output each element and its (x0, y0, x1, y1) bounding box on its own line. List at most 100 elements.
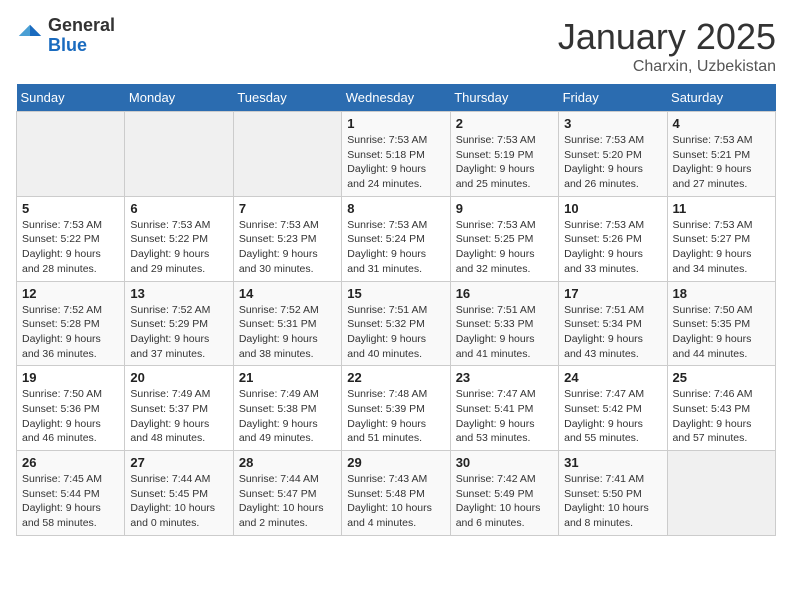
day-cell: 6Sunrise: 7:53 AM Sunset: 5:22 PM Daylig… (125, 196, 233, 281)
day-info: Sunrise: 7:53 AM Sunset: 5:18 PM Dayligh… (347, 133, 444, 192)
day-number: 20 (130, 370, 227, 385)
day-info: Sunrise: 7:52 AM Sunset: 5:28 PM Dayligh… (22, 303, 119, 362)
day-info: Sunrise: 7:49 AM Sunset: 5:38 PM Dayligh… (239, 387, 336, 446)
week-row-2: 5 Sunrise: 7:53 AM Sunset: 5:22 PM Daylig… (17, 196, 776, 281)
day-info: Sunrise: 7:47 AM Sunset: 5:42 PM Dayligh… (564, 387, 661, 446)
day-cell: 13 Sunrise: 7:52 AM Sunset: 5:29 PM Dayli… (125, 281, 233, 366)
day-cell: 30 Sunrise: 7:42 AM Sunset: 5:49 PM Dayli… (450, 451, 558, 536)
day-cell: 20 Sunrise: 7:49 AM Sunset: 5:37 PM Dayli… (125, 366, 233, 451)
day-info: Sunrise: 7:53 AM Sunset: 5:24 PM Dayligh… (347, 218, 444, 277)
week-row-4: 19Sunrise: 7:50 AM Sunset: 5:36 PM Dayli… (17, 366, 776, 451)
day-cell: 24 Sunrise: 7:47 AM Sunset: 5:42 PM Dayli… (559, 366, 667, 451)
day-info: Sunrise: 7:52 AM Sunset: 5:31 PM Dayligh… (239, 303, 336, 362)
day-cell: 18 Sunrise: 7:50 AM Sunset: 5:35 PM Dayli… (667, 281, 775, 366)
day-number: 2 (456, 116, 553, 131)
logo: General Blue (16, 16, 115, 56)
weekday-header-monday: Monday (125, 84, 233, 112)
day-info: Sunrise: 7:49 AM Sunset: 5:37 PM Dayligh… (130, 387, 227, 446)
day-cell: 8 Sunrise: 7:53 AM Sunset: 5:24 PM Daylig… (342, 196, 450, 281)
week-row-1: 1 Sunrise: 7:53 AM Sunset: 5:18 PM Daylig… (17, 112, 776, 197)
day-number: 29 (347, 455, 444, 470)
weekday-header-friday: Friday (559, 84, 667, 112)
day-number: 16 (456, 286, 553, 301)
day-info: Sunrise: 7:44 AM Sunset: 5:47 PM Dayligh… (239, 472, 336, 531)
day-number: 26 (22, 455, 119, 470)
day-number: 5 (22, 201, 119, 216)
day-number: 24 (564, 370, 661, 385)
day-cell: 16 Sunrise: 7:51 AM Sunset: 5:33 PM Dayli… (450, 281, 558, 366)
day-number: 21 (239, 370, 336, 385)
page-header: General Blue January 2025 Charxin, Uzbek… (16, 16, 776, 76)
day-info: Sunrise: 7:41 AM Sunset: 5:50 PM Dayligh… (564, 472, 661, 531)
day-info: Sunrise: 7:44 AM Sunset: 5:45 PM Dayligh… (130, 472, 227, 531)
day-info: Sunrise: 7:53 AM Sunset: 5:23 PM Dayligh… (239, 218, 336, 277)
day-number: 14 (239, 286, 336, 301)
day-cell: 29 Sunrise: 7:43 AM Sunset: 5:48 PM Dayli… (342, 451, 450, 536)
day-info: Sunrise: 7:47 AM Sunset: 5:41 PM Dayligh… (456, 387, 553, 446)
day-cell (125, 112, 233, 197)
day-cell: 31Sunrise: 7:41 AM Sunset: 5:50 PM Dayli… (559, 451, 667, 536)
day-info: Sunrise: 7:45 AM Sunset: 5:44 PM Dayligh… (22, 472, 119, 531)
day-cell: 1 Sunrise: 7:53 AM Sunset: 5:18 PM Daylig… (342, 112, 450, 197)
day-info: Sunrise: 7:51 AM Sunset: 5:33 PM Dayligh… (456, 303, 553, 362)
day-info: Sunrise: 7:50 AM Sunset: 5:36 PM Dayligh… (22, 387, 119, 446)
day-number: 25 (673, 370, 770, 385)
day-info: Sunrise: 7:53 AM Sunset: 5:26 PM Dayligh… (564, 218, 661, 277)
day-number: 18 (673, 286, 770, 301)
day-number: 12 (22, 286, 119, 301)
calendar-table: SundayMondayTuesdayWednesdayThursdayFrid… (16, 84, 776, 536)
day-number: 28 (239, 455, 336, 470)
day-info: Sunrise: 7:51 AM Sunset: 5:32 PM Dayligh… (347, 303, 444, 362)
weekday-header-wednesday: Wednesday (342, 84, 450, 112)
day-number: 15 (347, 286, 444, 301)
day-cell: 14 Sunrise: 7:52 AM Sunset: 5:31 PM Dayli… (233, 281, 341, 366)
weekday-header-saturday: Saturday (667, 84, 775, 112)
day-cell: 9Sunrise: 7:53 AM Sunset: 5:25 PM Daylig… (450, 196, 558, 281)
day-cell: 10 Sunrise: 7:53 AM Sunset: 5:26 PM Dayli… (559, 196, 667, 281)
day-info: Sunrise: 7:43 AM Sunset: 5:48 PM Dayligh… (347, 472, 444, 531)
day-number: 8 (347, 201, 444, 216)
week-row-5: 26 Sunrise: 7:45 AM Sunset: 5:44 PM Dayli… (17, 451, 776, 536)
day-info: Sunrise: 7:42 AM Sunset: 5:49 PM Dayligh… (456, 472, 553, 531)
day-number: 22 (347, 370, 444, 385)
day-info: Sunrise: 7:50 AM Sunset: 5:35 PM Dayligh… (673, 303, 770, 362)
day-number: 11 (673, 201, 770, 216)
day-cell: 25 Sunrise: 7:46 AM Sunset: 5:43 PM Dayli… (667, 366, 775, 451)
weekday-header-tuesday: Tuesday (233, 84, 341, 112)
day-number: 4 (673, 116, 770, 131)
day-info: Sunrise: 7:53 AM Sunset: 5:20 PM Dayligh… (564, 133, 661, 192)
day-cell: 2Sunrise: 7:53 AM Sunset: 5:19 PM Daylig… (450, 112, 558, 197)
day-number: 10 (564, 201, 661, 216)
day-info: Sunrise: 7:53 AM Sunset: 5:22 PM Dayligh… (130, 218, 227, 277)
day-cell: 19Sunrise: 7:50 AM Sunset: 5:36 PM Dayli… (17, 366, 125, 451)
day-info: Sunrise: 7:53 AM Sunset: 5:22 PM Dayligh… (22, 218, 119, 277)
day-cell: 28 Sunrise: 7:44 AM Sunset: 5:47 PM Dayli… (233, 451, 341, 536)
weekday-header-row: SundayMondayTuesdayWednesdayThursdayFrid… (17, 84, 776, 112)
day-number: 23 (456, 370, 553, 385)
day-number: 3 (564, 116, 661, 131)
day-cell: 17Sunrise: 7:51 AM Sunset: 5:34 PM Dayli… (559, 281, 667, 366)
weekday-header-sunday: Sunday (17, 84, 125, 112)
month-title: January 2025 (558, 16, 776, 58)
day-cell (17, 112, 125, 197)
day-cell: 5 Sunrise: 7:53 AM Sunset: 5:22 PM Daylig… (17, 196, 125, 281)
day-cell: 3 Sunrise: 7:53 AM Sunset: 5:20 PM Daylig… (559, 112, 667, 197)
day-cell: 12 Sunrise: 7:52 AM Sunset: 5:28 PM Dayli… (17, 281, 125, 366)
day-number: 1 (347, 116, 444, 131)
week-row-3: 12 Sunrise: 7:52 AM Sunset: 5:28 PM Dayli… (17, 281, 776, 366)
day-cell (233, 112, 341, 197)
day-cell: 4 Sunrise: 7:53 AM Sunset: 5:21 PM Daylig… (667, 112, 775, 197)
day-info: Sunrise: 7:53 AM Sunset: 5:27 PM Dayligh… (673, 218, 770, 277)
weekday-header-thursday: Thursday (450, 84, 558, 112)
day-cell: 7Sunrise: 7:53 AM Sunset: 5:23 PM Daylig… (233, 196, 341, 281)
day-info: Sunrise: 7:46 AM Sunset: 5:43 PM Dayligh… (673, 387, 770, 446)
day-cell: 15 Sunrise: 7:51 AM Sunset: 5:32 PM Dayli… (342, 281, 450, 366)
day-number: 13 (130, 286, 227, 301)
logo-icon (16, 22, 44, 50)
day-cell: 26 Sunrise: 7:45 AM Sunset: 5:44 PM Dayli… (17, 451, 125, 536)
day-info: Sunrise: 7:53 AM Sunset: 5:21 PM Dayligh… (673, 133, 770, 192)
day-info: Sunrise: 7:52 AM Sunset: 5:29 PM Dayligh… (130, 303, 227, 362)
day-cell: 22Sunrise: 7:48 AM Sunset: 5:39 PM Dayli… (342, 366, 450, 451)
logo-text: General Blue (48, 16, 115, 56)
day-number: 30 (456, 455, 553, 470)
